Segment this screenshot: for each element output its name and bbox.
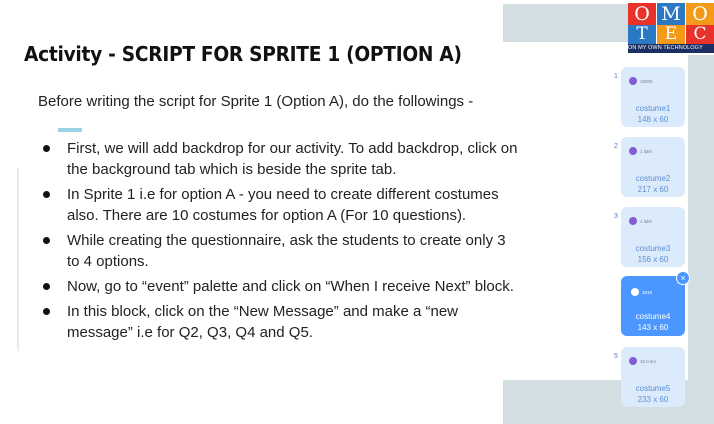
logo-letter: E <box>657 25 685 44</box>
list-item-text: Now, go to “event” palette and click on … <box>67 278 514 295</box>
costume-number: 1 <box>614 73 618 80</box>
costume-size: 148 x 60 <box>637 115 669 124</box>
costume-size: 217 x 60 <box>637 185 669 194</box>
list-item-text: In this block, click on the “New Message… <box>67 303 459 341</box>
costume-size: 233 x 60 <box>637 395 669 404</box>
bullet-dot-icon <box>43 283 50 290</box>
bullet-dot-icon <box>43 191 50 198</box>
costume-number: 3 <box>614 213 618 220</box>
bullet-dot-icon <box>43 145 50 152</box>
logo-tagline: ON MY OWN TECHNOLOGY <box>628 44 714 53</box>
list-item-text: First, we will add backdrop for our acti… <box>67 140 518 178</box>
option-a-icon <box>631 288 639 296</box>
option-a-icon <box>629 357 637 365</box>
costume-thumbnail: 4 lakh <box>629 215 679 227</box>
slide-title: Activity - SCRIPT FOR SPRITE 1 (OPTION A… <box>24 42 462 66</box>
logo-row-top: O M O <box>628 3 714 25</box>
list-item: In this block, click on the “New Message… <box>41 301 521 343</box>
costume-name: costume4 <box>635 312 671 321</box>
logo-letter: T <box>628 25 656 44</box>
costume-thumbnail: 2010 <box>631 286 681 298</box>
costume-tile-5[interactable]: 5 10.0 km costume5 233 x 60 <box>614 347 685 407</box>
list-item: While creating the questionnaire, ask th… <box>41 230 521 272</box>
bullet-dot-icon <box>43 237 50 244</box>
costume-number: 5 <box>614 353 618 360</box>
list-item-text: While creating the questionnaire, ask th… <box>67 232 506 270</box>
costume-tile-4-selected[interactable]: 4 2010 costume4 143 x 60 × <box>618 271 690 336</box>
costume-list-panel: 1 10000 costume1 148 x 60 2 1 lakh costu… <box>611 62 691 412</box>
list-item: Now, go to “event” palette and click on … <box>41 276 521 297</box>
costume-tile-3[interactable]: 3 4 lakh costume3 156 x 60 <box>614 207 685 267</box>
option-a-icon <box>629 77 637 85</box>
intro-text: Before writing the script for Sprite 1 (… <box>38 93 474 110</box>
costume-thumbnail: 1 lakh <box>629 145 679 157</box>
bullet-dot-icon <box>43 308 50 315</box>
costume-name: costume5 <box>635 384 671 393</box>
thumbnail-text: 4 lakh <box>640 218 653 224</box>
logo-letter: O <box>686 3 714 25</box>
costume-name: costume3 <box>635 244 671 253</box>
option-a-icon <box>629 217 637 225</box>
costume-thumbnail: 10000 <box>629 75 679 87</box>
logo-letter: M <box>657 3 685 25</box>
thumbnail-text: 1 lakh <box>640 148 653 154</box>
list-item: First, we will add backdrop for our acti… <box>41 138 521 180</box>
thumbnail-text: 10000 <box>640 78 653 84</box>
thumbnail-text: 10.0 km <box>640 358 657 364</box>
delete-costume-close-icon[interactable]: × <box>676 271 690 285</box>
costume-name: costume1 <box>635 104 671 113</box>
slide: O M O T E C ON MY OWN TECHNOLOGY Activit… <box>0 0 714 424</box>
decorative-block-right <box>688 42 714 382</box>
thumbnail-text: 2010 <box>642 289 653 295</box>
costume-tile-1[interactable]: 1 10000 costume1 148 x 60 <box>614 67 685 127</box>
list-item-text: In Sprite 1 i.e for option A - you need … <box>67 186 499 224</box>
omotec-logo: O M O T E C ON MY OWN TECHNOLOGY <box>628 3 714 55</box>
logo-letter: C <box>686 25 714 44</box>
accent-bar <box>58 128 82 132</box>
costume-name: costume2 <box>635 174 671 183</box>
costume-number: 4 <box>618 281 622 288</box>
list-item: In Sprite 1 i.e for option A - you need … <box>41 184 521 226</box>
costume-size: 143 x 60 <box>637 323 669 332</box>
costume-number: 2 <box>614 143 618 150</box>
costume-thumbnail: 10.0 km <box>629 355 679 367</box>
option-a-icon <box>629 147 637 155</box>
costume-size: 156 x 60 <box>637 255 669 264</box>
instruction-list: First, we will add backdrop for our acti… <box>41 138 521 347</box>
costume-tile-2[interactable]: 2 1 lakh costume2 217 x 60 <box>614 137 685 197</box>
logo-letter: O <box>628 3 656 25</box>
decorative-line-left <box>17 168 19 351</box>
logo-row-bottom: T E C <box>628 25 714 44</box>
